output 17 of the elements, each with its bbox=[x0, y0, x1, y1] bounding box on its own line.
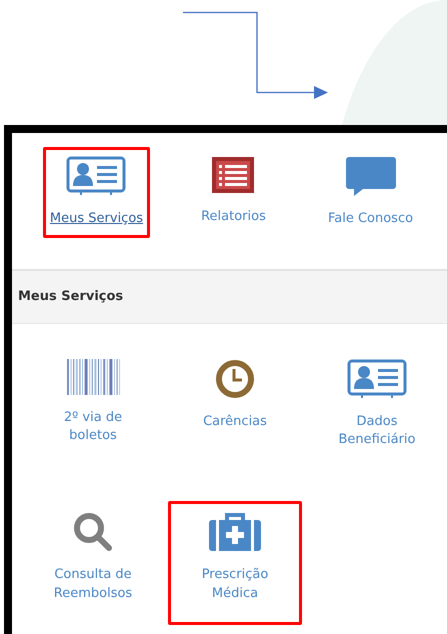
menu-link[interactable]: Fale Conosco bbox=[320, 147, 420, 238]
menu-link[interactable]: Relatorios bbox=[194, 147, 273, 236]
menu-link[interactable]: Carências bbox=[168, 348, 302, 452]
menu-link[interactable]: 2º via de boletos bbox=[26, 348, 160, 468]
medical-kit-icon bbox=[208, 512, 262, 552]
menu-link[interactable]: Dados Beneficiário bbox=[310, 348, 444, 472]
id-card-icon bbox=[66, 156, 126, 196]
section-title: Meus Serviços bbox=[18, 288, 124, 306]
speech-bubble-icon bbox=[346, 156, 396, 196]
barcode-icon bbox=[66, 358, 120, 394]
clock-icon bbox=[215, 358, 255, 398]
menu-link[interactable]: Consulta de Reembolsos bbox=[26, 501, 160, 625]
list-icon bbox=[211, 156, 256, 194]
menu-link[interactable]: Meus Serviços bbox=[42, 147, 150, 238]
id-card-icon bbox=[347, 358, 407, 398]
search-icon bbox=[73, 512, 113, 552]
menu-link[interactable]: Prescrição Médica bbox=[168, 501, 302, 625]
